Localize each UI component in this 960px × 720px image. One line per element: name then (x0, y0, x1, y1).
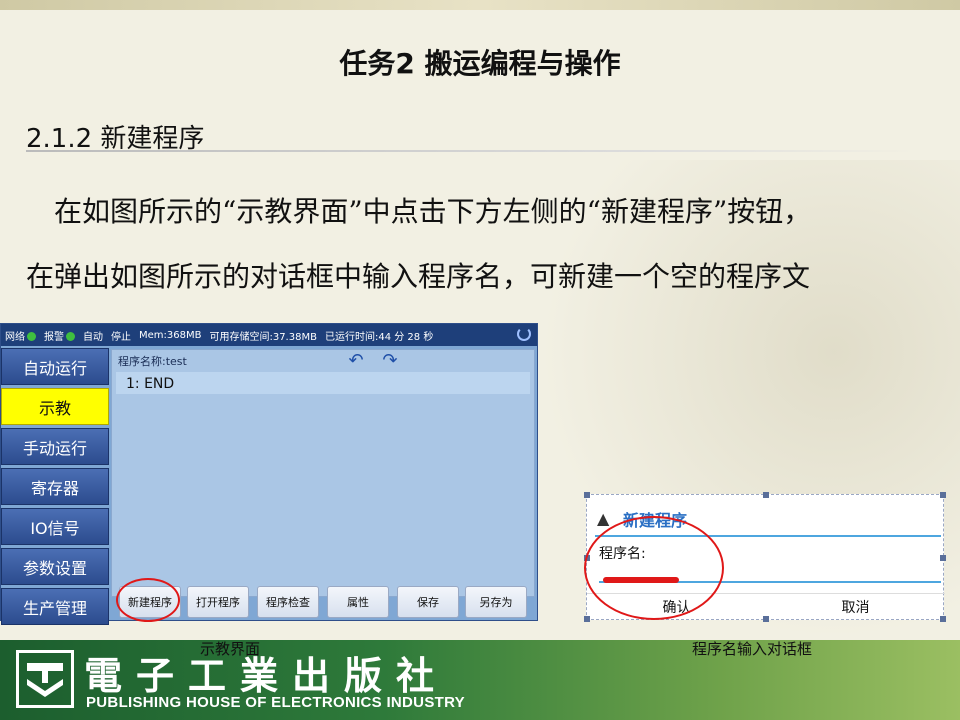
properties-button[interactable]: 属性 (327, 586, 389, 618)
save-as-button[interactable]: 另存为 (465, 586, 527, 618)
sidebar: 自动运行 示教 手动运行 寄存器 IO信号 参数设置 生产管理 (1, 348, 109, 628)
caption-teach-interface: 示教界面 (200, 640, 261, 658)
code-line-highlight (116, 372, 530, 394)
paragraph-line-1: 在如图所示的“示教界面”中点击下方左侧的“新建程序”按钮， (54, 195, 812, 228)
open-program-button[interactable]: 打开程序 (187, 586, 249, 618)
publisher-name-cn: 電子工業出版社 (84, 653, 449, 698)
sidebar-item-manual-run[interactable]: 手动运行 (1, 428, 109, 465)
program-editor[interactable]: 程序名称:test ↶ ↷ 1: END (111, 349, 535, 597)
new-program-annotation-circle (116, 578, 180, 622)
alarm-status: 报警 (44, 328, 75, 343)
network-status: 网络 (5, 328, 36, 343)
memory-status: Mem:368MB (139, 329, 202, 341)
slide-title: 任务2 搬运编程与操作 (339, 47, 621, 80)
network-indicator-icon (27, 332, 36, 341)
sidebar-item-parameters[interactable]: 参数设置 (1, 548, 109, 585)
sidebar-item-auto-run[interactable]: 自动运行 (1, 348, 109, 385)
mode-status: 自动 (83, 331, 103, 343)
run-state: 停止 (111, 331, 131, 343)
top-band (0, 0, 960, 10)
save-button[interactable]: 保存 (397, 586, 459, 618)
sidebar-item-production[interactable]: 生产管理 (1, 588, 109, 625)
sidebar-item-registers[interactable]: 寄存器 (1, 468, 109, 505)
redo-icon[interactable]: ↷ (378, 352, 402, 370)
dialog-annotation-circle (584, 516, 724, 620)
runtime-status: 已运行时间:44 分 28 秒 (324, 331, 434, 343)
teach-interface: 网络 报警 自动 停止 Mem:368MB 可用存储空间:37.38MB 已运行… (0, 323, 538, 625)
resize-handle[interactable] (763, 492, 769, 498)
storage-status: 可用存储空间:37.38MB (209, 331, 317, 343)
code-line[interactable]: 1: END (126, 376, 174, 392)
refresh-icon[interactable] (517, 327, 531, 341)
paragraph-line-2: 在弹出如图所示的对话框中输入程序名，可新建一个空的程序文 (26, 260, 811, 293)
cancel-button[interactable]: 取消 (766, 594, 945, 619)
program-name-label: 程序名称:test (118, 355, 187, 368)
caption-dialog: 程序名输入对话框 (692, 640, 813, 658)
publisher-logo-icon (16, 650, 74, 708)
status-bar: 网络 报警 自动 停止 Mem:368MB 可用存储空间:37.38MB 已运行… (1, 324, 537, 346)
resize-handle[interactable] (940, 555, 946, 561)
resize-handle[interactable] (940, 492, 946, 498)
check-program-button[interactable]: 程序检查 (257, 586, 319, 618)
publisher-name-en: PUBLISHING HOUSE OF ELECTRONICS INDUSTRY (86, 694, 465, 711)
sidebar-item-teach[interactable]: 示教 (1, 388, 109, 425)
section-divider (26, 150, 916, 152)
alarm-indicator-icon (66, 332, 75, 341)
sidebar-item-io-signals[interactable]: IO信号 (1, 508, 109, 545)
resize-handle[interactable] (584, 492, 590, 498)
undo-icon[interactable]: ↶ (344, 352, 368, 370)
warning-icon: ▲ (597, 509, 610, 528)
